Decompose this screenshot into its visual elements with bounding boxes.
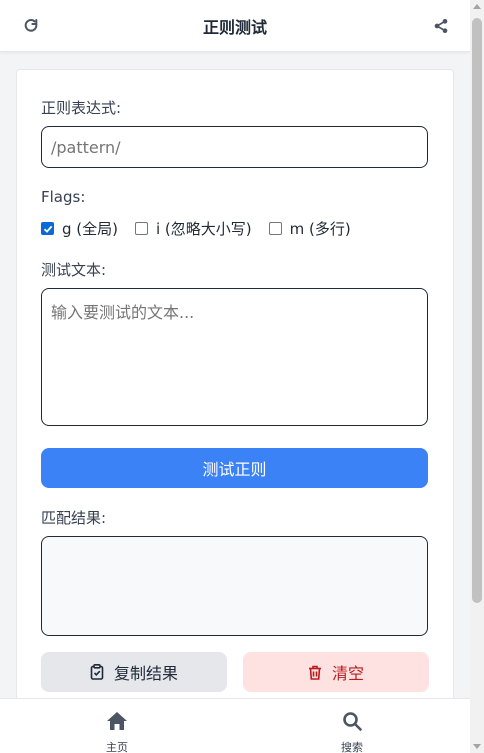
copy-result-label: 复制结果 bbox=[113, 664, 178, 683]
refresh-icon[interactable] bbox=[20, 15, 42, 37]
flags-label: Flags: bbox=[41, 188, 86, 206]
scroll-up-arrow[interactable] bbox=[473, 4, 481, 9]
flag-i-checkbox[interactable] bbox=[135, 222, 148, 235]
pattern-label: 正则表达式: bbox=[41, 99, 122, 117]
bottom-nav: 主页 搜索 bbox=[0, 698, 470, 753]
nav-home[interactable]: 主页 bbox=[87, 711, 147, 753]
scroll-down-arrow[interactable] bbox=[473, 744, 481, 749]
top-bar: 正则测试 bbox=[0, 0, 470, 52]
flag-i-option[interactable]: i (忽略大小写) bbox=[135, 218, 252, 239]
flag-m-checkbox[interactable] bbox=[268, 222, 282, 235]
trash-icon bbox=[308, 665, 322, 680]
clear-button[interactable]: 清空 bbox=[243, 652, 429, 692]
result-box bbox=[41, 536, 428, 636]
page-scrollbar[interactable] bbox=[470, 0, 484, 753]
clear-label: 清空 bbox=[331, 664, 364, 683]
pattern-input[interactable] bbox=[41, 126, 428, 168]
flag-i-label: i (忽略大小写) bbox=[156, 220, 252, 238]
result-label: 匹配结果: bbox=[41, 509, 107, 527]
flag-m-label: m (多行) bbox=[289, 220, 351, 238]
test-text-input[interactable] bbox=[41, 288, 428, 426]
nav-search-label: 搜索 bbox=[341, 741, 363, 753]
nav-home-label: 主页 bbox=[106, 741, 128, 753]
flag-g-label: g (全局) bbox=[62, 220, 118, 238]
share-icon[interactable] bbox=[430, 15, 452, 37]
clipboard-icon bbox=[90, 664, 104, 680]
flags-group: g (全局) i (忽略大小写) m (多行) bbox=[41, 218, 368, 239]
flag-m-option[interactable]: m (多行) bbox=[268, 218, 351, 239]
search-icon bbox=[342, 711, 362, 735]
test-text-label: 测试文本: bbox=[41, 261, 107, 279]
copy-result-button[interactable]: 复制结果 bbox=[41, 652, 227, 692]
page-title: 正则测试 bbox=[202, 17, 267, 37]
nav-search[interactable]: 搜索 bbox=[322, 711, 382, 753]
home-icon bbox=[106, 711, 128, 735]
flag-g-checkbox[interactable] bbox=[41, 222, 54, 235]
scrollbar-thumb[interactable] bbox=[472, 18, 482, 603]
test-regex-button[interactable]: 测试正则 bbox=[41, 448, 428, 488]
flag-g-option[interactable]: g (全局) bbox=[41, 218, 118, 239]
